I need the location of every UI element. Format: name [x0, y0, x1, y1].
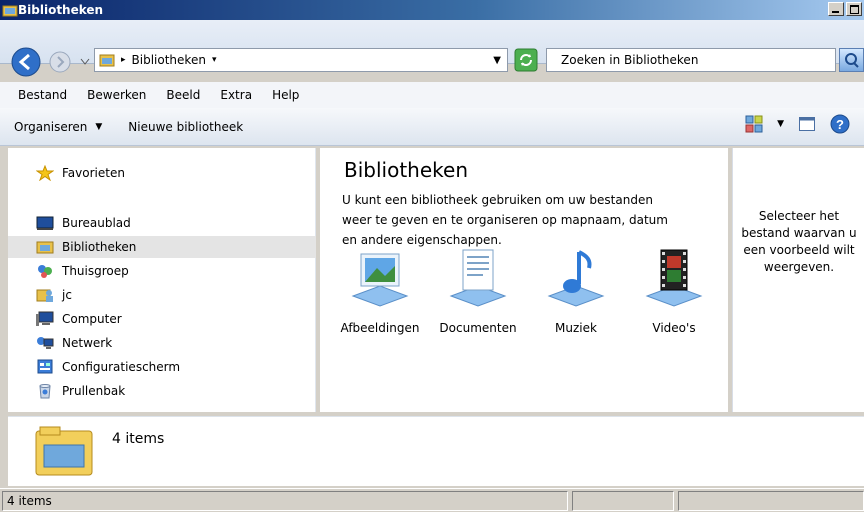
help-icon[interactable]: ? [830, 114, 850, 134]
menu-file[interactable]: Bestand [8, 88, 77, 102]
menu-tools[interactable]: Extra [210, 88, 262, 102]
svg-text:?: ? [836, 117, 844, 132]
command-bar: Organiseren ▼ Nieuwe bibliotheek [0, 108, 864, 146]
address-dropdown[interactable]: ▼ [493, 55, 501, 66]
view-dropdown[interactable]: ▼ [777, 119, 784, 129]
status-text: 4 items [2, 491, 568, 511]
details-pane: 4 items [8, 416, 864, 486]
preview-pane-icon[interactable] [798, 115, 816, 133]
content-pane: Bibliotheken U kunt een bibliotheek gebr… [320, 148, 728, 412]
library-music[interactable]: Muziek [524, 246, 628, 335]
address-bar[interactable]: ▸ Bibliotheken ▾ ▼ [94, 48, 508, 72]
nav-item-computer[interactable]: Computer [8, 308, 316, 330]
window-title: Bibliotheken [18, 3, 104, 17]
menu-view[interactable]: Beeld [156, 88, 210, 102]
view-options-icon[interactable] [745, 115, 763, 133]
refresh-button[interactable] [514, 48, 538, 72]
desktop-icon [36, 216, 54, 230]
minimize-button[interactable] [828, 2, 844, 16]
library-folder-icon [2, 5, 18, 17]
preview-pane: Selecteer het bestand waarvan u een voor… [732, 148, 864, 412]
user-folder-icon [36, 289, 53, 302]
videos-library-icon [645, 249, 703, 307]
library-pictures[interactable]: Afbeeldingen [328, 246, 432, 335]
search-input[interactable]: Zoeken in Bibliotheken [546, 48, 836, 72]
new-library-button[interactable]: Nieuwe bibliotheek [128, 120, 243, 134]
maximize-icon [849, 4, 859, 14]
computer-icon [36, 311, 54, 326]
menu-help[interactable]: Help [262, 88, 309, 102]
nav-item-control-panel[interactable]: Configuratiescherm [8, 356, 316, 378]
breadcrumb-separator[interactable]: ▸ [121, 55, 126, 65]
preview-message: Selecteer het bestand waarvan u een voor… [741, 209, 857, 274]
organize-button[interactable]: Organiseren ▼ [14, 120, 102, 134]
nav-item-network[interactable]: Netwerk [8, 332, 316, 354]
chevron-down-icon: ▼ [95, 121, 103, 132]
network-icon [37, 337, 54, 349]
status-cell [678, 491, 864, 511]
control-panel-icon [37, 359, 53, 374]
nav-item-libraries[interactable]: Bibliotheken [8, 236, 316, 258]
maximize-button[interactable] [846, 2, 862, 16]
recent-pages-dropdown[interactable] [80, 58, 90, 66]
menu-bar: Bestand Bewerken Beeld Extra Help [0, 82, 864, 108]
star-icon [36, 165, 54, 181]
recycle-bin-icon [39, 384, 51, 399]
item-count: 4 items [112, 431, 165, 447]
navigation-pane: Favorieten Bureaublad Bibliotheken Thuis… [8, 148, 316, 412]
library-documents[interactable]: Documenten [426, 246, 530, 335]
status-cell [572, 491, 674, 511]
menu-edit[interactable]: Bewerken [77, 88, 156, 102]
library-videos[interactable]: Video's [622, 246, 726, 335]
title-bar: Bibliotheken [0, 0, 864, 20]
nav-item-desktop[interactable]: Bureaublad [8, 212, 316, 234]
documents-library-icon [449, 249, 507, 307]
status-bar: 4 items [0, 488, 864, 512]
breadcrumb[interactable]: Bibliotheken [132, 53, 206, 67]
back-button[interactable] [10, 46, 42, 78]
nav-item-homegroup[interactable]: Thuisgroep [8, 260, 316, 282]
chevron-down-icon[interactable]: ▾ [212, 55, 217, 65]
nav-item-recycle-bin[interactable]: Prullenbak [8, 380, 316, 402]
nav-favorites[interactable]: Favorieten [8, 162, 316, 184]
forward-button[interactable] [48, 50, 72, 74]
library-icon [36, 241, 54, 254]
search-icon [845, 53, 859, 68]
page-title: Bibliotheken [344, 158, 468, 182]
pictures-library-icon [351, 253, 409, 307]
library-folder-icon [35, 426, 93, 476]
library-folder-icon [99, 54, 115, 67]
library-description: U kunt een bibliotheek gebruiken om uw b… [342, 193, 668, 247]
music-library-icon [547, 250, 605, 307]
search-button[interactable] [839, 48, 864, 72]
nav-item-user[interactable]: jc [8, 284, 316, 306]
homegroup-icon [38, 265, 52, 278]
minimize-icon [832, 11, 839, 13]
